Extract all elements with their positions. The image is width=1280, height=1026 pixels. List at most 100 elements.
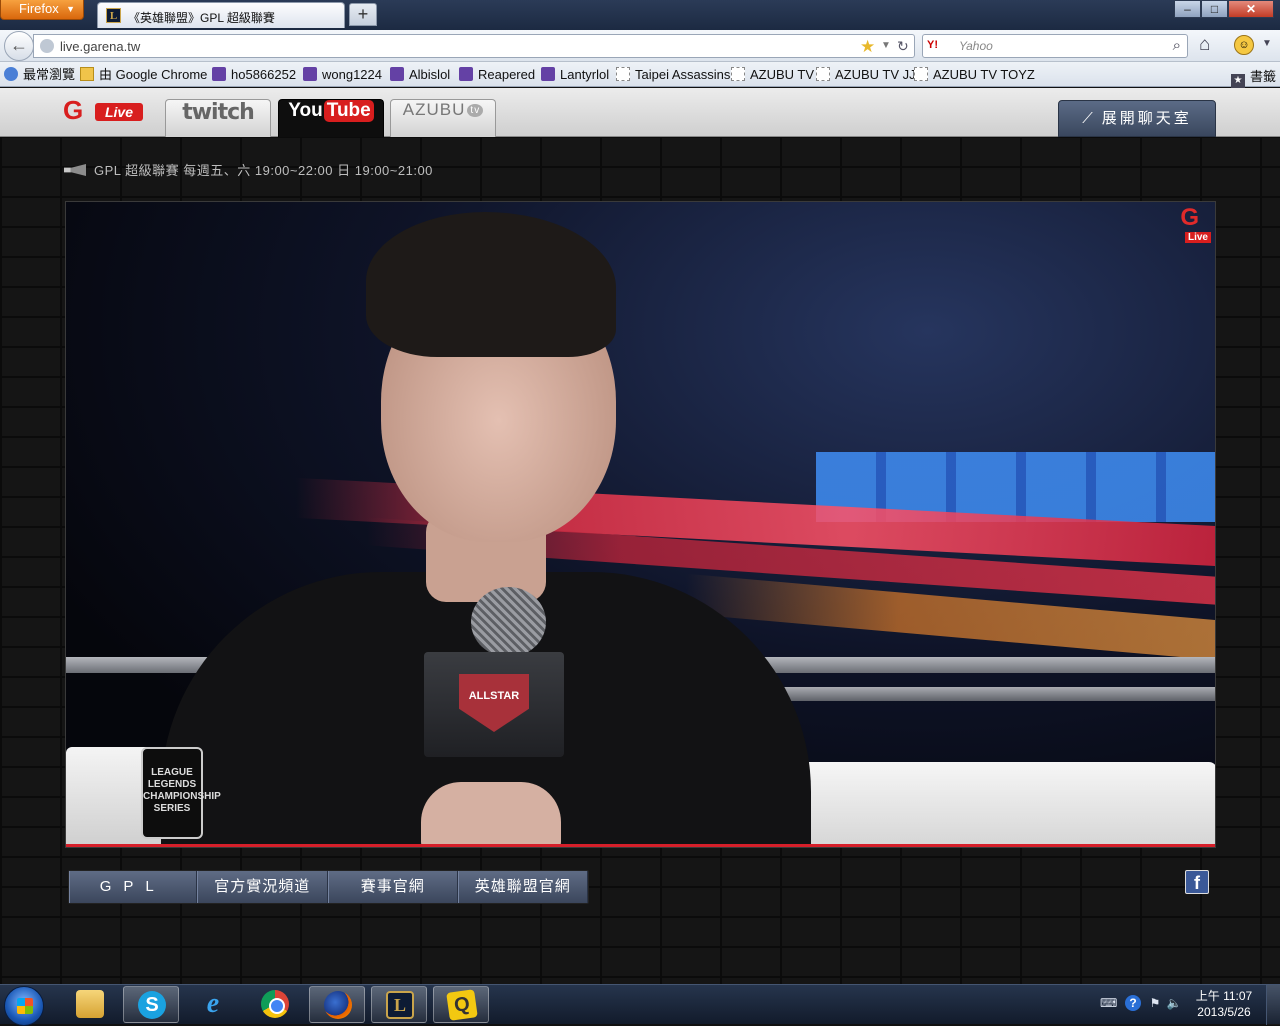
windows-logo-icon [17,998,33,1014]
garena-live-watermark: G Live [1161,204,1211,250]
clock-date: 2013/5/26 [1197,1005,1251,1019]
bookmark-azubu-tv-toyz[interactable]: AZUBU TV TOYZ [914,66,1035,84]
blank-page-icon [914,67,928,81]
window-close-button[interactable]: ✕ [1228,0,1274,18]
search-input[interactable]: Yahoo [959,39,993,53]
schedule-announcement: GPL 超級聯賽 每週五、六 19:00~22:00 日 19:00~21:00 [64,160,433,178]
window-minimize-button[interactable]: – [1174,0,1201,18]
globe-icon [40,39,54,53]
taskbar-clock[interactable]: 上午 11:07 2013/5/26 [1190,988,1258,1020]
video-sofa-right [786,762,1215,847]
bookmark-label: AZUBU TV TOYZ [933,67,1035,82]
bookmark-star-icon[interactable]: ★ [860,37,875,57]
bookmark-wong1224[interactable]: wong1224 [303,66,382,84]
folder-icon [4,67,18,81]
chevron-down-icon: ▼ [66,4,75,14]
facebook-icon[interactable]: f [1185,870,1209,894]
footer-link-lol-site[interactable]: 英雄聯盟官網 [457,871,589,903]
search-icon[interactable]: ⌕ [1173,37,1181,54]
video-interviewee-hair [366,212,616,357]
bookmark-reapered[interactable]: Reapered [459,66,535,84]
bookmark-label: AZUBU TV JJ [835,67,916,82]
taskbar-skype[interactable]: S [123,986,179,1023]
twitch-icon [459,67,473,81]
overflow-chevron-icon[interactable]: ▼ [1262,38,1272,49]
browser-tab-title: 《英雄聯盟》GPL 超級聯賽 [128,11,275,25]
league-favicon-icon: L [106,8,121,23]
chat-expand-icon: ⟋ [1082,110,1096,127]
twitch-icon [212,67,226,81]
bookmark-label: wong1224 [322,67,382,82]
browser-tab-active[interactable]: L 《英雄聯盟》GPL 超級聯賽 [97,2,345,28]
skype-icon: S [138,991,166,1019]
garena-live-logo[interactable]: G Live [63,95,143,125]
bookmark-albislol[interactable]: Albislol [390,66,450,84]
help-icon[interactable]: ? [1125,995,1141,1011]
bookmarks-menu-button[interactable]: ★ 書籤 [1231,66,1276,88]
video-player[interactable]: LEAGUE LEGENDS CHAMPIONSHIP SERIES ALLST… [65,201,1216,848]
folder-icon [80,67,94,81]
lcs-jacket-patch: LEAGUE LEGENDS CHAMPIONSHIP SERIES [141,747,221,839]
volume-icon[interactable]: 🔈 [1166,995,1182,1011]
history-dropdown-icon[interactable]: ▼ [881,40,891,51]
bookmark-most-visited[interactable]: 最常瀏覽 [4,66,75,84]
bookmark-label: Taipei Assassins [635,67,731,82]
reload-icon[interactable]: ↻ [897,38,909,55]
garena-logo-live-text: Live [95,103,143,121]
blank-page-icon [731,67,745,81]
azubu-logo-text: AZUBU [402,100,466,119]
taskbar-internet-explorer[interactable]: e [185,986,241,1023]
bookmark-azubu-tv[interactable]: AZUBU TV [731,66,814,84]
bookmark-taipei-assassins[interactable]: Taipei Assassins [616,66,730,84]
garena-live-page: G Live twitch You Tube AZUBU tv ⟋ 展開聊天室 GPL… [0,88,1280,984]
garena-logo-mark: G [63,95,84,125]
bookmark-lantyrlol[interactable]: Lantyrlol [541,66,609,84]
blank-page-icon [616,67,630,81]
watermark-live: Live [1184,232,1211,243]
site-top-navigation: G Live twitch You Tube AZUBU tv ⟋ 展開聊天室 [0,88,1280,137]
megaphone-icon [64,164,86,176]
footer-link-event-site[interactable]: 賽事官網 [328,871,458,903]
home-icon[interactable]: ⌂ [1199,34,1210,56]
tab-azubu[interactable]: AZUBU tv [390,99,496,137]
search-bar[interactable]: Y! Yahoo ⌕ [922,34,1188,58]
footer-link-official-channel[interactable]: 官方實況頻道 [196,871,329,903]
firefox-menu-button[interactable]: Firefox ▼ [0,0,84,20]
bookmarks-toolbar: 最常瀏覽 由 Google Chrome ho5866252 wong1224 … [0,62,1280,88]
clock-time: 上午 11:07 [1195,989,1253,1003]
taskbar-app[interactable]: Q [433,986,489,1023]
address-bar-url[interactable]: live.garena.tw [60,39,140,54]
taskbar-explorer[interactable] [62,986,118,1023]
keyboard-icon[interactable]: ⌨ [1100,995,1117,1011]
start-button[interactable] [4,986,44,1026]
addon-face-icon[interactable]: ☺ [1234,35,1254,55]
internet-explorer-icon: e [206,988,220,1019]
window-maximize-button[interactable]: □ [1201,0,1228,18]
folder-icon [76,990,104,1018]
bookmark-from-chrome[interactable]: 由 Google Chrome [80,66,207,84]
open-chat-button[interactable]: ⟋ 展開聊天室 [1058,100,1216,137]
bookmark-ho5866252[interactable]: ho5866252 [212,66,296,84]
taskbar-chrome[interactable] [247,986,303,1023]
bookmark-azubu-tv-jj[interactable]: AZUBU TV JJ [816,66,916,84]
taskbar-league-of-legends[interactable]: L [371,986,427,1023]
back-arrow-icon[interactable]: ← [4,31,34,61]
new-tab-button[interactable]: + [349,3,377,26]
yahoo-engine-icon[interactable]: Y! [927,39,955,53]
address-bar[interactable]: live.garena.tw ★ ▼ ↻ [33,34,915,58]
youtube-logo-you: You [288,100,323,121]
twitch-icon [390,67,404,81]
tab-youtube[interactable]: You Tube [278,99,384,137]
open-chat-label: 展開聊天室 [1101,110,1192,127]
action-center-flag-icon[interactable]: ⚑ [1147,995,1163,1011]
video-progress-bar[interactable] [66,844,1215,847]
bookmark-label: Albislol [409,67,451,82]
browser-navigation-bar: ← live.garena.tw ★ ▼ ↻ Y! Yahoo ⌕ ⌂ ☺ ▼ [0,30,1280,62]
taskbar-firefox[interactable] [309,986,365,1023]
twitch-icon [541,67,555,81]
yellow-app-icon: Q [446,989,478,1021]
footer-link-gpl[interactable]: GPL [69,871,197,903]
show-desktop-button[interactable] [1266,985,1280,1025]
tab-twitch[interactable]: twitch [165,99,271,137]
chrome-icon [261,990,289,1018]
